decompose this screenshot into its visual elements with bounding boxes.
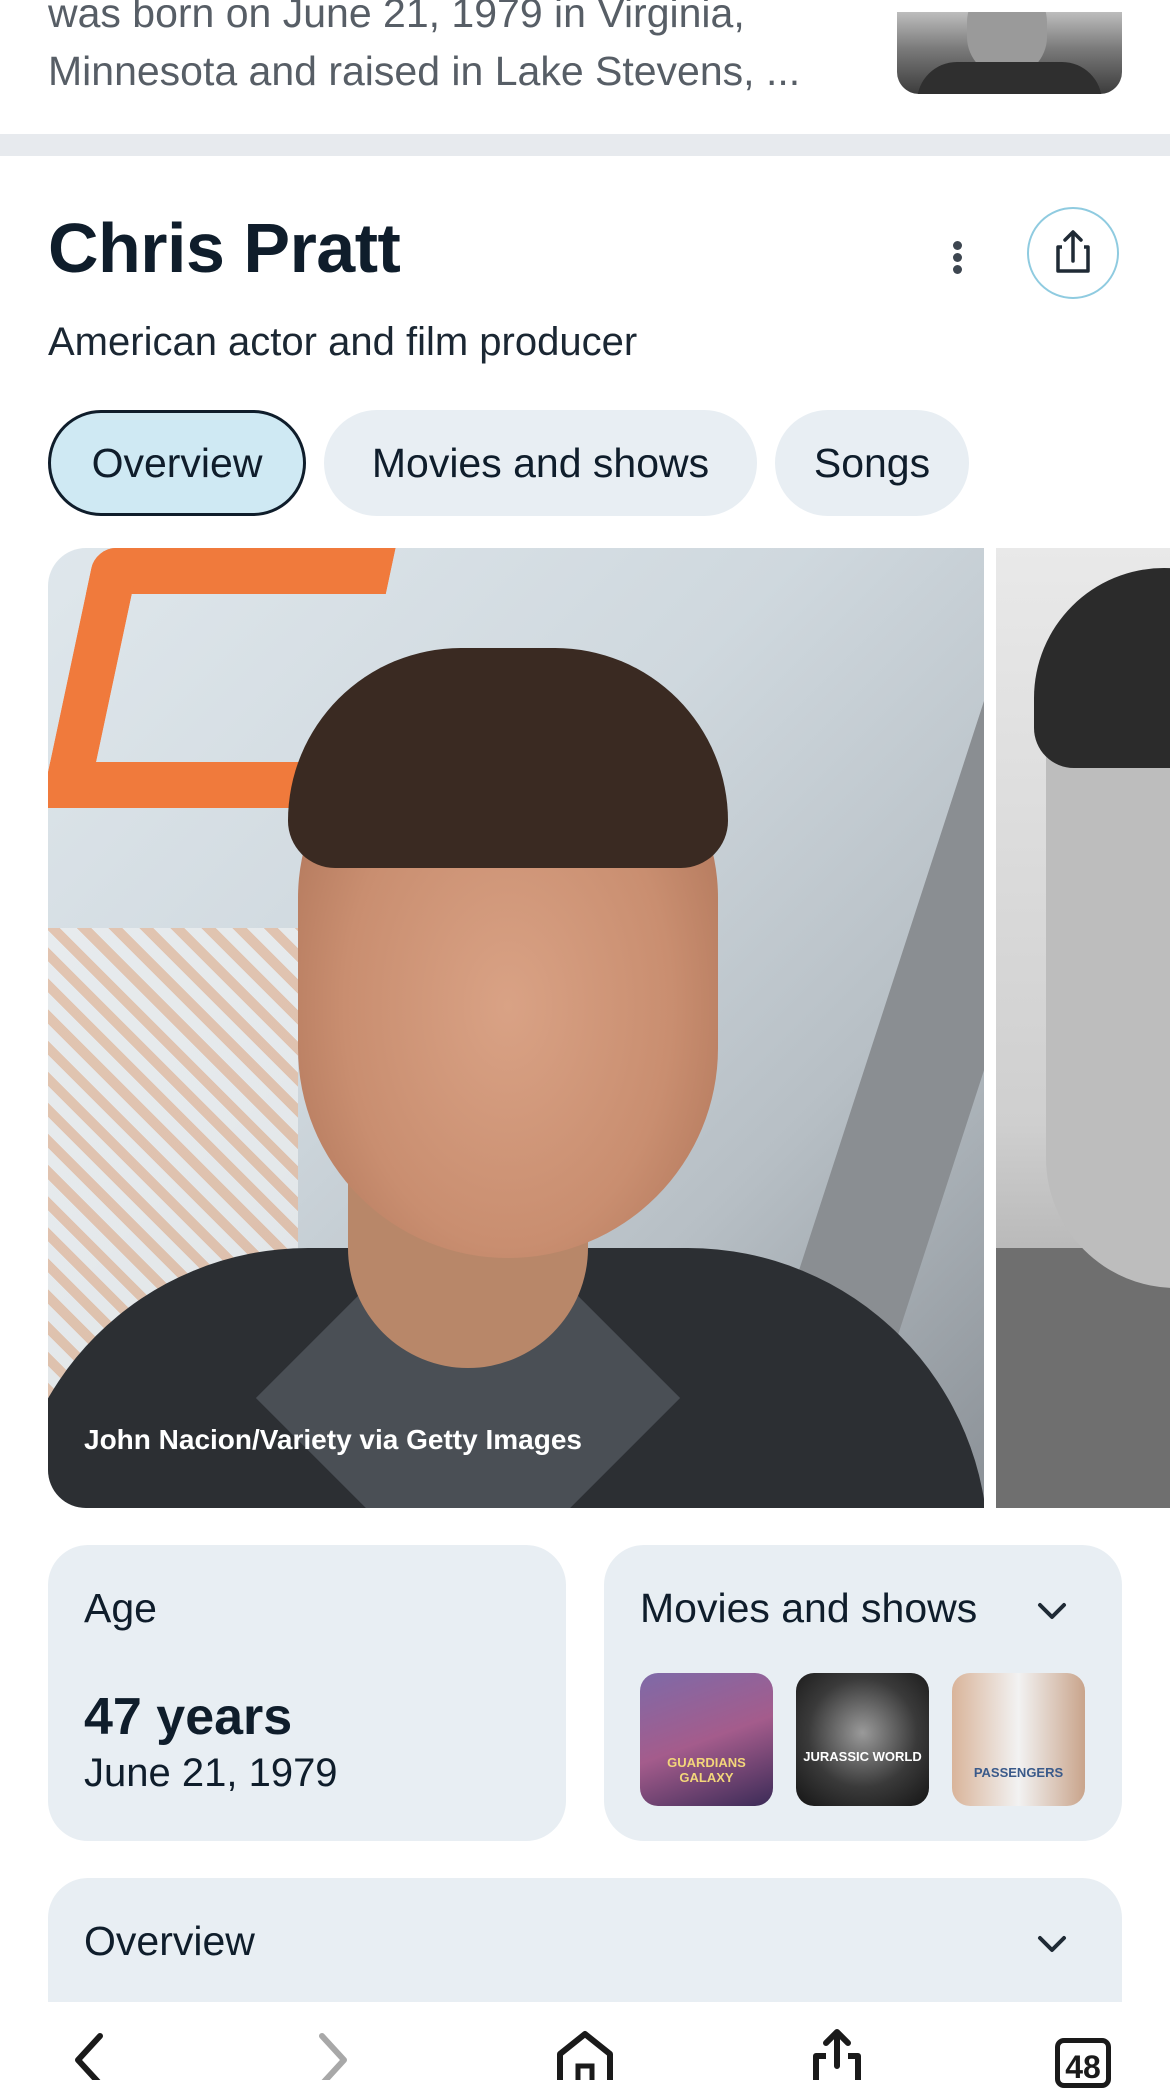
forward-arrow-icon[interactable] — [306, 2002, 366, 2080]
share-icon — [1056, 230, 1090, 273]
section-divider — [0, 134, 1170, 156]
share-button[interactable] — [1027, 207, 1119, 299]
chevron-down-icon[interactable] — [1032, 1591, 1072, 1631]
poster-title: JURASSIC WORLD — [803, 1749, 922, 1764]
poster-guardians[interactable]: GUARDIANS GALAXY — [640, 1673, 773, 1806]
back-arrow-icon[interactable] — [56, 2002, 116, 2080]
poster-title: GUARDIANS GALAXY — [667, 1755, 746, 1785]
chevron-down-icon[interactable] — [1032, 1924, 1072, 1964]
page-subtitle: American actor and film producer — [48, 320, 638, 364]
overview-label: Overview — [84, 1918, 255, 1964]
tab-overview[interactable]: Overview — [48, 410, 306, 516]
snippet-text-line-2: Minnesota and raised in Lake Stevens, ..… — [48, 48, 801, 94]
movies-card[interactable]: Movies and shows GUARDIANS GALAXY JURASS… — [604, 1545, 1122, 1841]
browser-bottom-bar — [0, 2002, 1170, 2080]
snippet-thumbnail[interactable] — [897, 12, 1122, 94]
poster-title: PASSENGERS — [973, 1765, 1064, 1780]
poster-jurassic-world[interactable]: JURASSIC WORLD — [796, 1673, 929, 1806]
tab-movies-and-shows[interactable]: Movies and shows — [324, 410, 757, 516]
age-label: Age — [84, 1585, 157, 1631]
page-title: Chris Pratt — [48, 209, 401, 287]
movies-card-label: Movies and shows — [640, 1585, 978, 1631]
age-card[interactable]: Age 47 years June 21, 1979 — [48, 1545, 566, 1841]
image-credit: John Nacion/Variety via Getty Images — [84, 1424, 582, 1455]
birth-date: June 21, 1979 — [84, 1751, 338, 1795]
tabs-count-button[interactable]: 48 — [1055, 2038, 1111, 2088]
more-options-button[interactable] — [935, 235, 979, 279]
share-icon[interactable] — [802, 2002, 872, 2080]
poster-passengers[interactable]: PASSENGERS — [952, 1673, 1085, 1806]
hero-image[interactable]: John Nacion/Variety via Getty Images — [48, 548, 984, 1508]
snippet-text-line-1: was born on June 21, 1979 in Virginia, — [48, 0, 745, 36]
age-value: 47 years — [84, 1688, 293, 1746]
home-icon[interactable] — [550, 2002, 620, 2080]
more-vert-icon — [953, 241, 962, 250]
tab-songs[interactable]: Songs — [775, 410, 969, 516]
hero-image-next[interactable] — [996, 548, 1170, 1508]
